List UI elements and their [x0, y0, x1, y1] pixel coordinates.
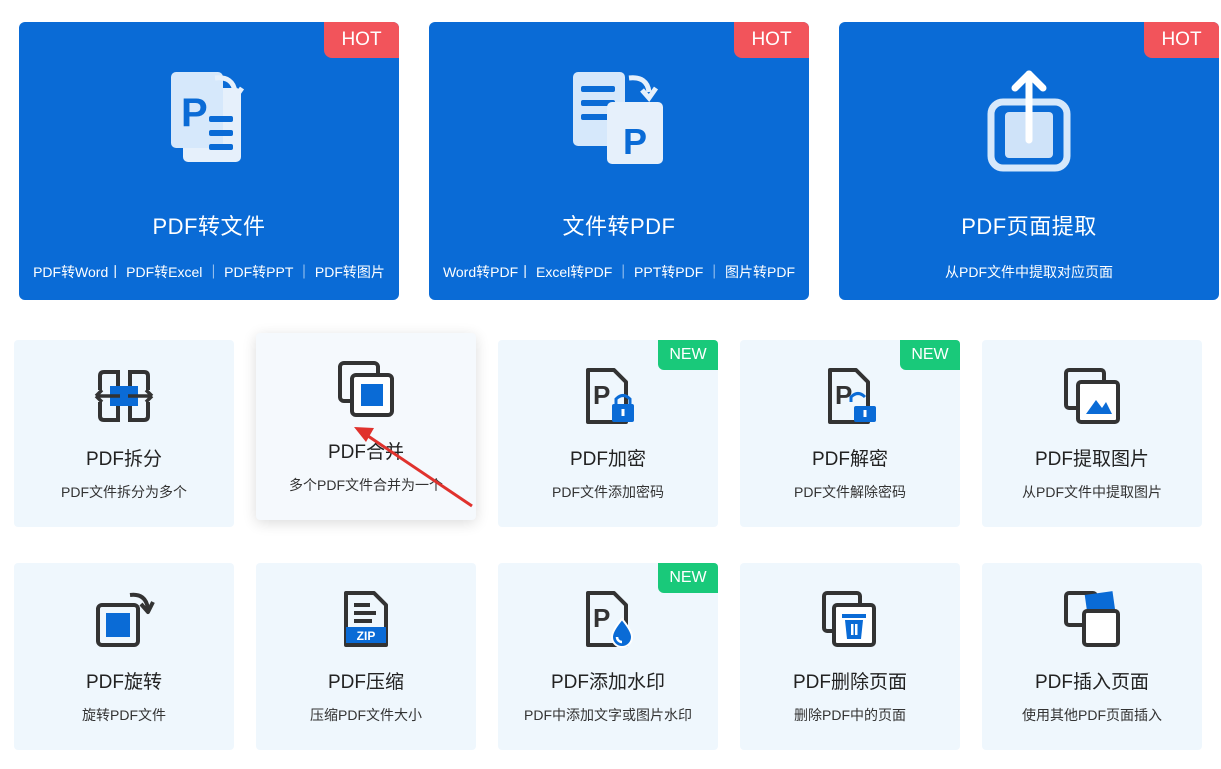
- rotate-icon: [96, 592, 155, 647]
- zip-icon: ZIP: [344, 591, 388, 647]
- card-subtitle: 从PDF文件中提取对应页面: [945, 264, 1113, 280]
- card-file-to-pdf[interactable]: HOT P 文件转PDF Word转PDF丨 Excel转PDF ｜ PPT转P…: [429, 22, 809, 300]
- card-subtitle: Word转PDF丨 Excel转PDF ｜ PPT转PDF ｜ 图片转PDF: [442, 264, 796, 280]
- card-pdf-watermark[interactable]: NEW P PDF添加水印 PDF中添加文字或图片水印: [498, 563, 718, 750]
- hot-badge: HOT: [324, 22, 399, 58]
- file-to-pdf-icon: P: [573, 72, 663, 164]
- card-subtitle: PDF转Word丨 PDF转Excel ｜ PDF转PPT ｜ PDF转图片: [33, 264, 385, 280]
- card-desc: 删除PDF中的页面: [794, 707, 906, 723]
- card-title: PDF转文件: [152, 214, 266, 239]
- hot-badge: HOT: [734, 22, 809, 58]
- image-extract-icon: [1064, 368, 1120, 424]
- card-title: PDF压缩: [327, 672, 404, 693]
- insert-page-icon: [1064, 591, 1120, 647]
- card-title: PDF页面提取: [961, 214, 1097, 239]
- svg-text:P: P: [593, 603, 610, 633]
- new-badge: NEW: [658, 340, 718, 370]
- card-pdf-to-file[interactable]: HOT P PDF转文件 PDF转Word丨 PDF转Excel ｜ PDF转P…: [19, 22, 399, 300]
- watermark-icon: P: [586, 591, 634, 648]
- card-title: PDF删除页面: [792, 672, 907, 693]
- svg-text:P: P: [181, 91, 208, 135]
- split-icon: [94, 370, 154, 422]
- hot-badge: HOT: [1144, 22, 1219, 58]
- card-title: PDF旋转: [85, 672, 162, 693]
- card-pdf-rotate[interactable]: PDF旋转 旋转PDF文件: [14, 563, 234, 750]
- card-desc: 从PDF文件中提取图片: [1022, 484, 1162, 500]
- card-pdf-encrypt[interactable]: NEW P PDF加密 PDF文件添加密码: [498, 340, 718, 527]
- card-desc: PDF文件添加密码: [552, 484, 664, 500]
- card-title: 文件转PDF: [562, 214, 676, 239]
- card-pdf-split[interactable]: PDF拆分 PDF文件拆分为多个: [14, 340, 234, 527]
- lock-icon: P: [586, 368, 634, 424]
- card-pdf-merge[interactable]: PDF合并 多个PDF文件合并为一个: [256, 333, 476, 520]
- svg-text:P: P: [835, 380, 852, 410]
- card-desc: PDF文件拆分为多个: [61, 484, 187, 500]
- unlock-icon: P: [828, 368, 876, 424]
- card-pdf-extract-image[interactable]: PDF提取图片 从PDF文件中提取图片: [982, 340, 1202, 527]
- card-desc: PDF中添加文字或图片水印: [524, 707, 692, 723]
- card-title: PDF拆分: [85, 449, 162, 470]
- card-desc: 压缩PDF文件大小: [310, 707, 422, 723]
- card-title: PDF添加水印: [550, 672, 665, 693]
- card-desc: PDF文件解除密码: [794, 484, 906, 500]
- card-desc: 多个PDF文件合并为一个: [289, 477, 443, 493]
- card-pdf-compress[interactable]: ZIP PDF压缩 压缩PDF文件大小: [256, 563, 476, 750]
- card-pdf-delete-page[interactable]: PDF删除页面 删除PDF中的页面: [740, 563, 960, 750]
- zip-label: ZIP: [357, 629, 376, 643]
- card-title: PDF解密: [811, 449, 888, 470]
- extract-page-icon: [987, 70, 1071, 172]
- card-title: PDF加密: [569, 449, 646, 470]
- card-desc: 使用其他PDF页面插入: [1022, 707, 1162, 723]
- card-pdf-decrypt[interactable]: NEW P PDF解密 PDF文件解除密码: [740, 340, 960, 527]
- card-title: PDF提取图片: [1034, 449, 1149, 470]
- merge-icon: [338, 361, 394, 417]
- pdf-to-file-icon: P: [171, 72, 245, 162]
- svg-text:P: P: [593, 380, 610, 410]
- card-desc: 旋转PDF文件: [82, 707, 166, 723]
- delete-page-icon: [822, 591, 876, 647]
- card-title: PDF插入页面: [1034, 672, 1149, 693]
- card-title: PDF合并: [327, 442, 404, 463]
- new-badge: NEW: [900, 340, 960, 370]
- svg-text:P: P: [623, 121, 647, 162]
- new-badge: NEW: [658, 563, 718, 593]
- card-pdf-insert-page[interactable]: PDF插入页面 使用其他PDF页面插入: [982, 563, 1202, 750]
- card-extract-page[interactable]: HOT PDF页面提取 从PDF文件中提取对应页面: [839, 22, 1219, 300]
